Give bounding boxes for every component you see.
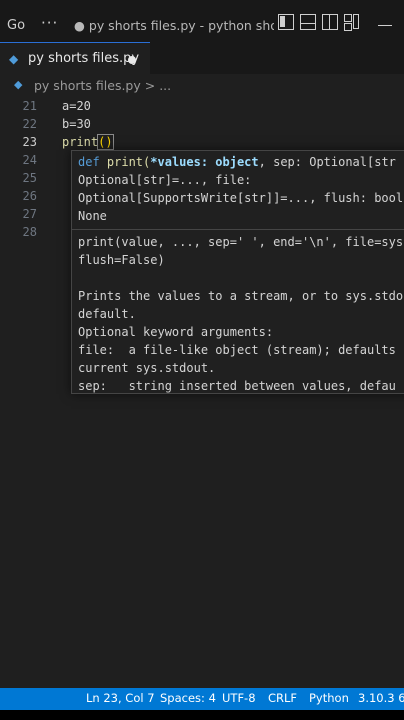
status-interpreter-version[interactable]: 3.10.3 64 xyxy=(358,691,404,705)
doc-line: print(value, ..., sep=' ', end='\n', fil… xyxy=(78,235,404,249)
doc-line: default. xyxy=(78,307,136,321)
python-file-icon: ◆ xyxy=(9,52,19,66)
toggle-secondary-sidebar-icon[interactable] xyxy=(322,14,338,30)
line-number: 28 xyxy=(22,225,37,239)
active-parameter: *values: object xyxy=(150,155,259,169)
line-number: 22 xyxy=(22,117,37,131)
doc-line: Optional keyword arguments: xyxy=(78,325,274,339)
more-menu-icon[interactable]: ··· xyxy=(41,14,58,32)
unsaved-dot-icon[interactable] xyxy=(128,56,136,64)
signature-help-popup[interactable]: def print(*values: object, sep: Optional… xyxy=(71,150,404,394)
tab-bar: ◆ py shorts files.py xyxy=(0,42,404,74)
tab-py-shorts-files[interactable]: ◆ py shorts files.py xyxy=(0,42,150,74)
status-eol[interactable]: CRLF xyxy=(268,691,297,705)
doc-line: sep: string inserted between values, def… xyxy=(78,379,396,393)
code-line[interactable]: 22 b=30 xyxy=(0,117,404,135)
breadcrumb-path[interactable]: py shorts files.py > ... xyxy=(34,78,171,93)
status-bar: Ln 23, Col 7 Spaces: 4 UTF-8 CRLF Python… xyxy=(0,688,404,710)
signature-line: Optional[str]=..., file: xyxy=(78,173,252,187)
python-file-icon: ◆ xyxy=(14,78,23,91)
line-number: 24 xyxy=(22,153,37,167)
breadcrumb: ◆ py shorts files.py > ... xyxy=(0,74,404,96)
bottom-edge xyxy=(0,710,404,720)
code-text[interactable]: a=20 xyxy=(62,99,91,113)
function-name: print xyxy=(62,135,99,149)
doc-line: current sys.stdout. xyxy=(78,361,216,375)
toggle-panel-icon[interactable] xyxy=(300,14,316,30)
customize-layout-icon[interactable] xyxy=(344,14,360,31)
tab-label: py shorts files.py xyxy=(28,51,140,66)
line-number: 26 xyxy=(22,189,37,203)
status-language[interactable]: Python xyxy=(309,691,349,705)
bracket-pair: () xyxy=(97,134,114,150)
signature-line: Optional[SupportsWrite[str]]=..., flush:… xyxy=(78,191,404,205)
doc-line: Prints the values to a stream, or to sys… xyxy=(78,289,404,303)
line-number: 27 xyxy=(22,207,37,221)
status-encoding[interactable]: UTF-8 xyxy=(222,691,256,705)
code-text[interactable]: print() xyxy=(62,134,114,150)
signature-line: None xyxy=(78,209,107,223)
signature-section: def print(*values: object, sep: Optional… xyxy=(72,151,404,230)
status-indentation[interactable]: Spaces: 4 xyxy=(160,691,216,705)
layout-controls xyxy=(278,14,360,31)
code-text[interactable]: b=30 xyxy=(62,117,91,131)
toggle-primary-sidebar-icon[interactable] xyxy=(278,14,294,30)
line-number: 23 xyxy=(22,135,37,149)
line-number: 25 xyxy=(22,171,37,185)
doc-line: file: a file-like object (stream); defau… xyxy=(78,343,396,357)
window-title: ● py shorts files.py - python shorts fil… xyxy=(74,18,274,33)
doc-line: flush=False) xyxy=(78,253,165,267)
minimize-icon[interactable] xyxy=(378,25,392,26)
signature-line: def print(*values: object, sep: Optional… xyxy=(78,155,396,169)
status-cursor-position[interactable]: Ln 23, Col 7 xyxy=(86,691,155,705)
menu-go[interactable]: Go xyxy=(7,18,25,33)
vscode-window: Go ··· ● py shorts files.py - python sho… xyxy=(0,0,404,720)
line-number: 21 xyxy=(22,99,37,113)
code-line[interactable]: 21 a=20 xyxy=(0,99,404,117)
